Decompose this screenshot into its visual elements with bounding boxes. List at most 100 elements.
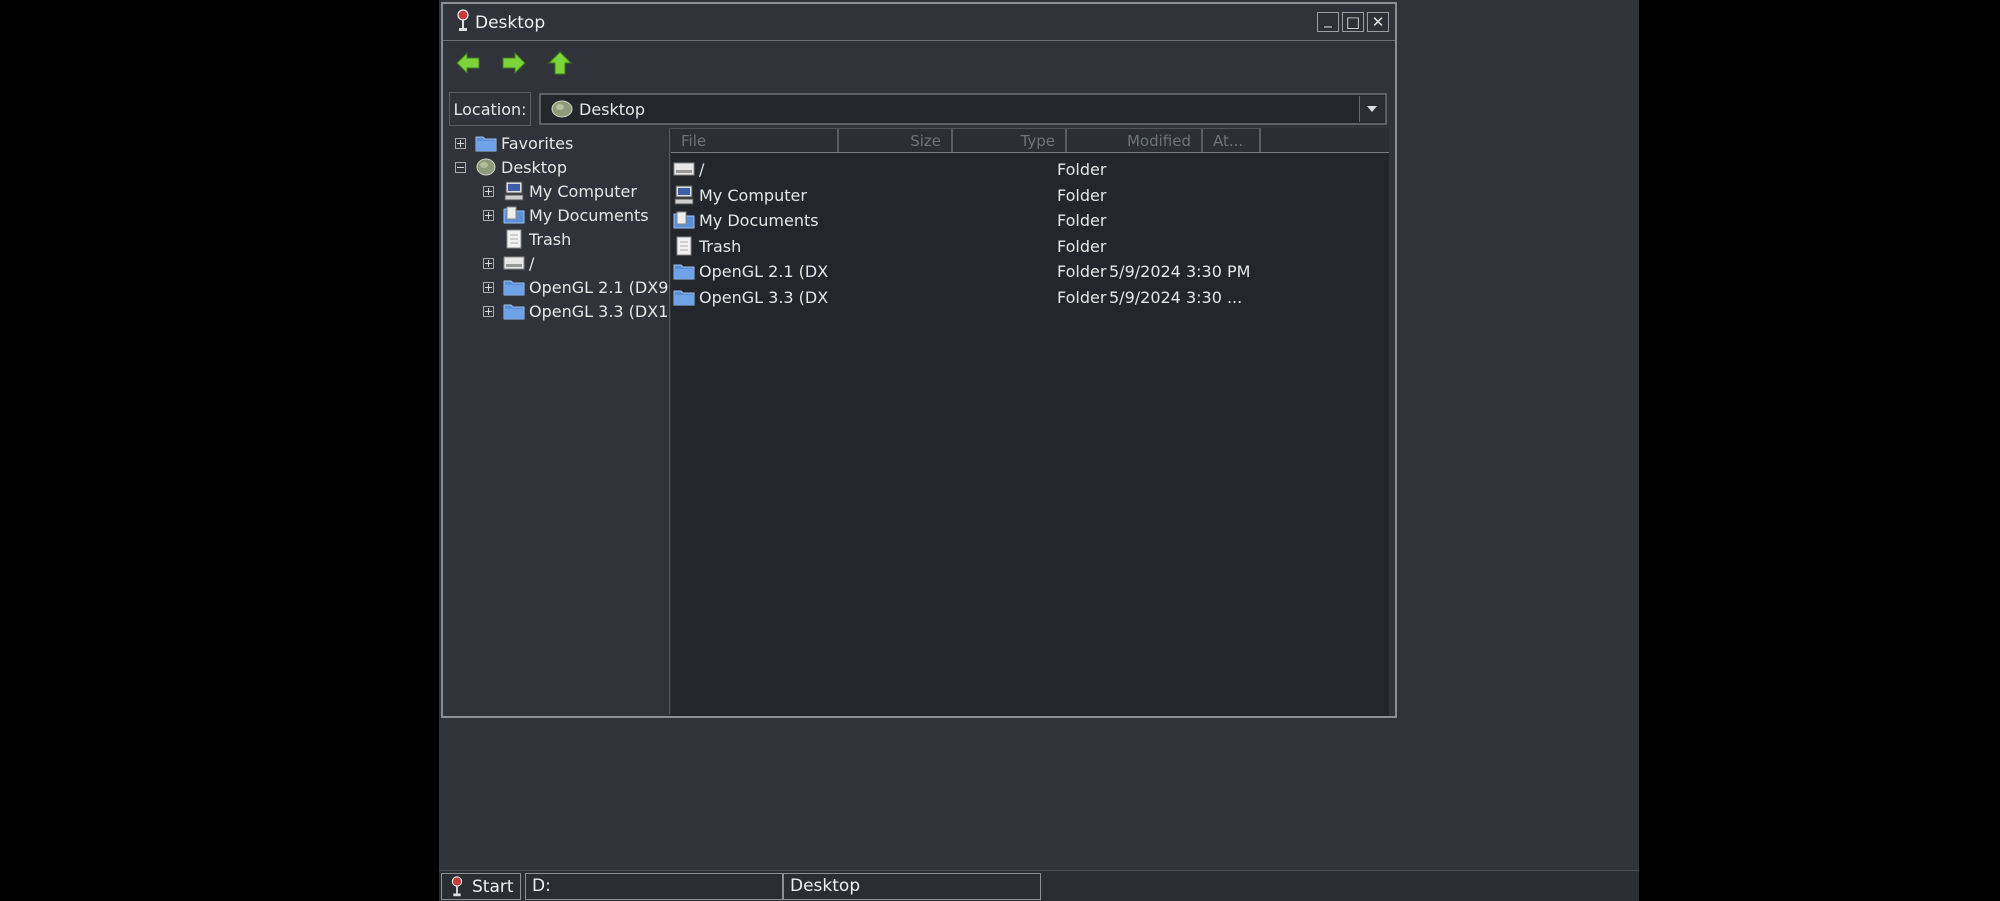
- drive-icon: [503, 253, 525, 273]
- navigation-toolbar: [455, 50, 573, 76]
- file-type-cell: Folder: [1057, 262, 1107, 281]
- folder-icon: [673, 287, 695, 307]
- arrow-up-icon: [548, 51, 572, 75]
- tree-item-label: OpenGL 3.3 (DX10: [529, 301, 670, 321]
- tree-item-label: OpenGL 2.1 (DX9): [529, 277, 670, 297]
- start-label: Start: [472, 876, 514, 897]
- window-controls: _ □ ✕: [1317, 10, 1389, 32]
- tree-item[interactable]: Favorites: [455, 132, 573, 154]
- expand-icon[interactable]: [483, 185, 494, 197]
- tree-item-label: /: [529, 253, 535, 273]
- back-button[interactable]: [455, 50, 481, 76]
- location-label: Location:: [449, 92, 531, 126]
- expand-icon[interactable]: [455, 137, 466, 149]
- file-modified-cell: [1109, 235, 1269, 259]
- tree-item-label: My Documents: [529, 205, 649, 225]
- location-bar: Location: Desktop: [449, 92, 1389, 126]
- arrow-right-icon: [502, 52, 526, 74]
- file-browser-window: Desktop _ □ ✕ Location: Desktop Favorite…: [441, 2, 1397, 718]
- list-row[interactable]: My Computer Folder: [671, 184, 1389, 208]
- computer-icon: [673, 185, 695, 205]
- forward-button[interactable]: [501, 50, 527, 76]
- computer-icon: [503, 181, 525, 201]
- expand-icon[interactable]: [483, 281, 494, 293]
- tree-item[interactable]: My Computer: [483, 180, 637, 202]
- list-row[interactable]: / Folder: [671, 158, 1389, 182]
- taskbar-item-drive[interactable]: D:: [525, 873, 783, 900]
- file-name-cell: OpenGL 2.1 (DX9): [699, 262, 829, 281]
- tree-item[interactable]: /: [483, 252, 534, 274]
- up-button[interactable]: [547, 50, 573, 76]
- folder-icon: [503, 301, 525, 321]
- desktop-icon: [551, 100, 573, 118]
- tree-item[interactable]: OpenGL 3.3 (DX10: [483, 300, 670, 322]
- minimize-button[interactable]: _: [1317, 10, 1339, 32]
- column-header[interactable]: Modified: [1067, 128, 1203, 152]
- column-header[interactable]: Size: [839, 128, 953, 152]
- list-row[interactable]: OpenGL 3.3 (DX... Folder5/9/2024 3:30 ...: [671, 286, 1389, 310]
- file-list: File Size Type Modified At... / Folder My Comp…: [671, 128, 1389, 716]
- close-button[interactable]: ✕: [1367, 12, 1389, 32]
- tree-item-label: My Computer: [529, 181, 637, 201]
- chevron-down-icon: [1367, 106, 1377, 112]
- expand-icon[interactable]: [483, 209, 494, 221]
- file-type-cell: Folder: [1057, 211, 1107, 230]
- tree-item[interactable]: Desktop: [455, 156, 567, 178]
- list-row[interactable]: My Documents Folder: [671, 209, 1389, 233]
- file-type-cell: Folder: [1057, 185, 1107, 205]
- file-name-cell: OpenGL 3.3 (DX...: [699, 287, 829, 307]
- file-name-cell: /: [699, 160, 705, 179]
- column-header[interactable]: At...: [1203, 128, 1261, 152]
- file-name-cell: My Computer: [699, 185, 807, 205]
- file-type-cell: Folder: [1057, 160, 1107, 179]
- app-logo-icon: [457, 9, 469, 31]
- documents-icon: [503, 205, 525, 225]
- tree-item-label: Favorites: [501, 133, 574, 153]
- folder-icon: [503, 277, 525, 297]
- collapse-icon[interactable]: [455, 161, 466, 173]
- arrow-left-icon: [456, 52, 480, 74]
- close-icon: ✕: [1371, 13, 1385, 31]
- file-type-cell: Folder: [1057, 236, 1107, 256]
- file-modified-cell: [1109, 209, 1269, 233]
- location-dropdown-button[interactable]: [1359, 96, 1384, 122]
- desktop-icon: [475, 157, 497, 177]
- maximize-icon: □: [1345, 13, 1361, 31]
- location-value: Desktop: [579, 100, 645, 119]
- expand-icon[interactable]: [483, 257, 494, 269]
- column-header[interactable]: File: [671, 128, 839, 152]
- folder-icon: [475, 133, 497, 153]
- tree-item[interactable]: Trash: [483, 228, 571, 250]
- file-modified-cell: [1109, 158, 1269, 182]
- expand-icon[interactable]: [483, 305, 494, 317]
- file-name-cell: My Documents: [699, 211, 819, 230]
- folder-icon: [673, 261, 695, 281]
- file-type-cell: Folder: [1057, 287, 1107, 307]
- file-modified-cell: [1109, 184, 1269, 208]
- taskbar: Start D: Desktop: [439, 870, 1639, 901]
- start-logo-icon: [451, 875, 463, 896]
- tree-item[interactable]: My Documents: [483, 204, 649, 226]
- maximize-button[interactable]: □: [1342, 12, 1364, 32]
- file-modified-cell: 5/9/2024 3:30 ...: [1109, 287, 1243, 307]
- column-header[interactable]: Type: [953, 128, 1067, 152]
- file-name-cell: Trash: [699, 236, 742, 256]
- location-combobox[interactable]: Desktop: [539, 93, 1387, 125]
- minimize-icon: _: [1324, 10, 1332, 28]
- title-bar[interactable]: Desktop _ □ ✕: [443, 4, 1395, 41]
- documents-icon: [673, 210, 695, 230]
- trash-icon: [673, 236, 695, 256]
- list-row[interactable]: Trash Folder: [671, 235, 1389, 259]
- tree-item-label: Trash: [529, 229, 572, 249]
- list-header: File Size Type Modified At...: [671, 128, 1389, 153]
- drive-icon: [673, 159, 695, 179]
- tree-item[interactable]: OpenGL 2.1 (DX9): [483, 276, 670, 298]
- window-title: Desktop: [475, 13, 546, 33]
- taskbar-item-desktop[interactable]: Desktop: [783, 873, 1041, 900]
- file-modified-cell: 5/9/2024 3:30 PM: [1109, 262, 1251, 281]
- start-button[interactable]: Start: [441, 873, 521, 900]
- list-row[interactable]: OpenGL 2.1 (DX9) Folder5/9/2024 3:30 PM: [671, 260, 1389, 284]
- folder-tree: Favorites Desktop My Computer My Documents T…: [445, 128, 670, 714]
- tree-item-label: Desktop: [501, 157, 567, 177]
- trash-icon: [503, 229, 525, 249]
